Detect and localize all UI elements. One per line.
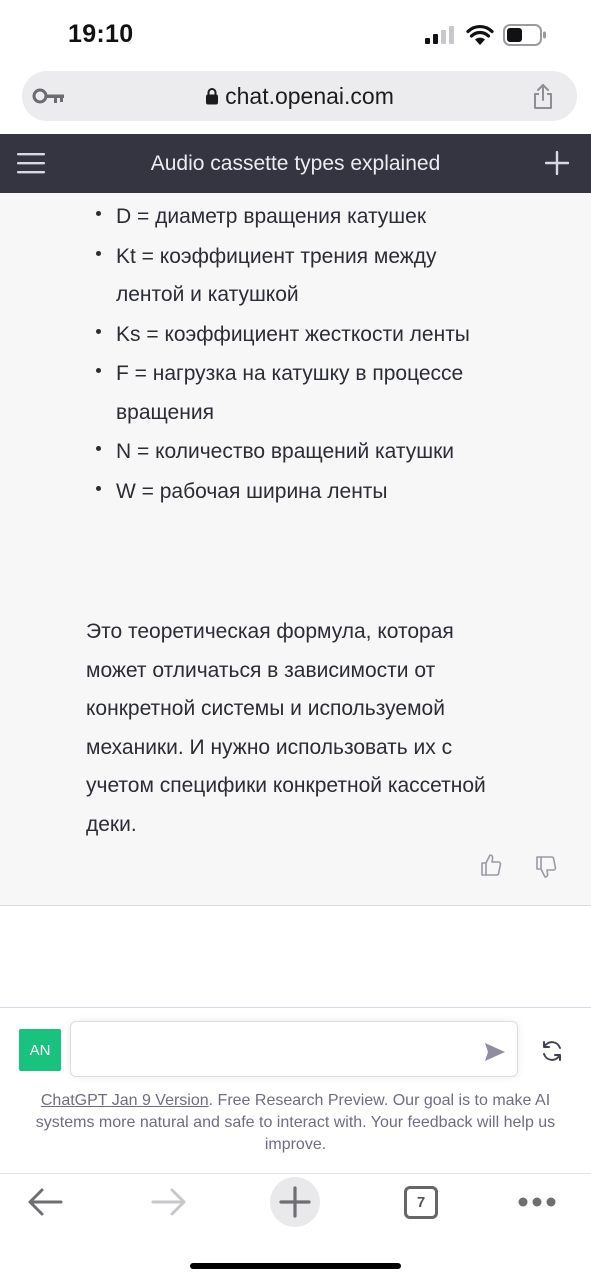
status-bar: 19:10 [0, 0, 591, 68]
tabs-button[interactable]: 7 [404, 1186, 438, 1219]
lock-icon [206, 88, 219, 105]
browser-toolbar: 7 [0, 1173, 591, 1280]
regenerate-icon[interactable] [540, 1039, 564, 1063]
key-icon[interactable] [32, 86, 66, 106]
back-icon[interactable] [27, 1187, 63, 1217]
list-item: Kt = коэффициент трения между лентой и к… [92, 238, 492, 315]
status-time: 19:10 [68, 20, 134, 48]
thumb-down-icon[interactable] [535, 855, 557, 879]
list-item: Ks = коэффициент жесткости ленты [92, 316, 492, 355]
plus-icon[interactable] [545, 151, 569, 175]
list-item: F = нагрузка на катушку в процессе враще… [92, 355, 492, 432]
list-item: N = количество вращений катушки [92, 433, 492, 472]
new-tab-button[interactable] [270, 1177, 320, 1227]
url-text[interactable]: chat.openai.com [225, 83, 394, 110]
message-input-box[interactable] [70, 1021, 518, 1077]
list-item: W = рабочая ширина ленты [92, 473, 492, 512]
new-tab-icon [279, 1186, 311, 1218]
assistant-message: D = диаметр вращения катушек Kt = коэффи… [0, 193, 591, 906]
composer: AN ChatGPT Jan 9 Version. Free Research … [0, 1007, 591, 1173]
message-input[interactable] [83, 1032, 473, 1066]
home-indicator [190, 1263, 401, 1269]
browser-address-area: chat.openai.com [0, 68, 591, 134]
tab-count: 7 [416, 1194, 426, 1211]
bullet-list: D = диаметр вращения катушек Kt = коэффи… [92, 198, 492, 512]
menu-icon[interactable] [17, 152, 45, 174]
send-icon[interactable] [484, 1042, 506, 1062]
chat-header: Audio cassette types explained [0, 134, 591, 193]
address-bar[interactable]: chat.openai.com [22, 71, 577, 121]
footer-note: ChatGPT Jan 9 Version. Free Research Pre… [12, 1090, 579, 1156]
more-icon[interactable] [518, 1196, 556, 1208]
avatar: AN [19, 1029, 61, 1071]
forward-icon[interactable] [151, 1187, 187, 1217]
list-item: D = диаметр вращения катушек [92, 198, 492, 237]
version-link[interactable]: ChatGPT Jan 9 Version [41, 1092, 209, 1109]
thumb-up-icon[interactable] [480, 853, 502, 877]
signal-icon [425, 26, 454, 44]
share-icon[interactable] [532, 83, 554, 110]
wifi-icon [466, 24, 494, 45]
battery-icon [503, 24, 546, 46]
chat-title: Audio cassette types explained [150, 151, 441, 175]
message-paragraph: Это теоретическая формула, которая может… [86, 620, 486, 836]
